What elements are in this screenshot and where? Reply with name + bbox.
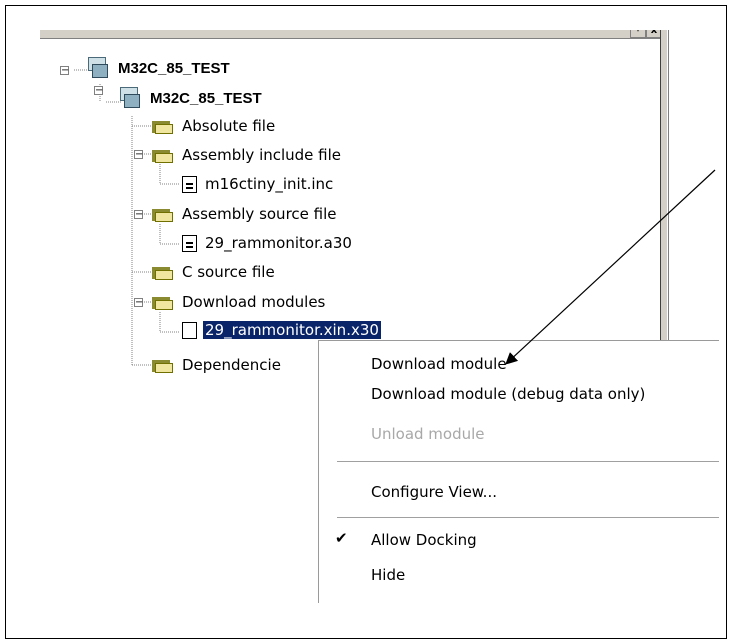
tree-item-label: Dependencie bbox=[182, 356, 281, 374]
folder-icon bbox=[152, 207, 174, 222]
menu-item-configure-view[interactable]: Configure View... bbox=[371, 483, 497, 501]
folder-icon bbox=[152, 358, 174, 373]
menu-separator bbox=[337, 461, 719, 463]
tree-item-absolute-file[interactable]: Absolute file bbox=[152, 116, 277, 136]
menu-item-download-module-debug[interactable]: Download module (debug data only) bbox=[371, 385, 645, 403]
tree-expander-download-modules[interactable]: − bbox=[134, 298, 143, 308]
tree-item-m16ctiny-init[interactable]: m16ctiny_init.inc bbox=[182, 174, 335, 194]
file-icon bbox=[182, 234, 197, 252]
tree-item-c-source-file[interactable]: C source file bbox=[152, 262, 277, 282]
checkmark-icon: ✔ bbox=[335, 529, 348, 547]
tree-expander-root[interactable]: − bbox=[60, 66, 69, 76]
menu-item-allow-docking[interactable]: Allow Docking bbox=[371, 531, 477, 549]
folder-icon bbox=[152, 148, 174, 163]
tree-item-label: 29_rammonitor.a30 bbox=[205, 234, 352, 252]
workspace-icon bbox=[86, 57, 110, 79]
menu-separator bbox=[337, 517, 719, 519]
tree-item-project[interactable]: M32C_85_TEST bbox=[118, 87, 264, 109]
tree-item-label: Absolute file bbox=[182, 117, 276, 135]
tree-item-label-selected: 29_rammonitor.xin.x30 bbox=[202, 320, 382, 340]
tree-item-label: M32C_85_TEST bbox=[118, 59, 230, 77]
project-icon bbox=[118, 87, 142, 109]
tree-item-label: C source file bbox=[182, 263, 275, 281]
folder-icon bbox=[152, 265, 174, 280]
file-icon bbox=[182, 175, 197, 193]
tree-item-root[interactable]: M32C_85_TEST bbox=[86, 57, 232, 79]
tree-item-assembly-include-file[interactable]: Assembly include file bbox=[152, 145, 343, 165]
tree-item-download-modules[interactable]: Download modules bbox=[152, 292, 327, 312]
tree-item-label: Download modules bbox=[182, 293, 326, 311]
tree-item-assembly-source-file[interactable]: Assembly source file bbox=[152, 204, 339, 224]
folder-icon bbox=[152, 119, 174, 134]
tree-item-rammonitor-a30[interactable]: 29_rammonitor.a30 bbox=[182, 233, 354, 253]
menu-item-download-module[interactable]: Download module bbox=[371, 355, 507, 373]
folder-icon bbox=[152, 295, 174, 310]
menu-item-hide[interactable]: Hide bbox=[371, 566, 405, 584]
tree-item-label: M32C_85_TEST bbox=[150, 89, 262, 107]
tree-item-label: Assembly include file bbox=[182, 146, 342, 164]
tree-item-rammonitor-x30[interactable]: 29_rammonitor.xin.x30 bbox=[182, 320, 382, 340]
tree-expander-project[interactable]: − bbox=[94, 86, 103, 96]
tree-item-label: m16ctiny_init.inc bbox=[205, 175, 334, 193]
context-menu: Download module Download module (debug d… bbox=[318, 340, 719, 603]
tree-expander-assembly-source[interactable]: − bbox=[134, 210, 143, 220]
menu-item-unload-module: Unload module bbox=[371, 425, 485, 443]
tree-item-label: Assembly source file bbox=[182, 205, 337, 223]
blank-file-icon bbox=[182, 321, 197, 339]
tree-expander-assembly-include[interactable]: − bbox=[134, 150, 143, 160]
tree-item-dependencies[interactable]: Dependencie bbox=[152, 355, 283, 375]
